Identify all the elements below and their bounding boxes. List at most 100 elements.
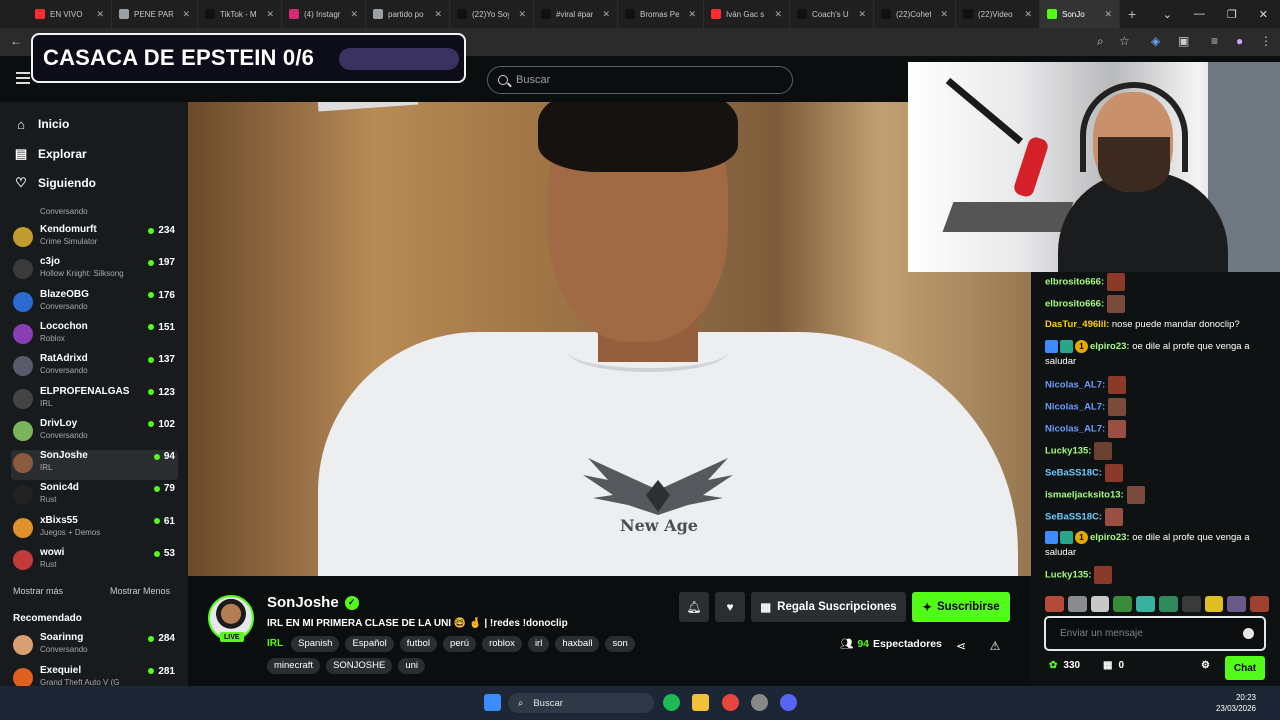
show-less-link[interactable]: Mostrar Menos <box>110 586 170 596</box>
stream-tag[interactable]: futbol <box>399 636 438 652</box>
tab-close-icon[interactable]: ✕ <box>434 9 442 20</box>
emote-option[interactable] <box>1181 596 1201 612</box>
report-warning-icon[interactable]: ⚠ <box>980 631 1010 661</box>
browser-tab[interactable]: EN VIVO ✕ <box>28 0 112 28</box>
zoom-icon[interactable]: ⌕ <box>1097 34 1104 49</box>
stream-tag[interactable]: uni <box>398 658 426 674</box>
stream-tag[interactable]: Spanish <box>291 636 340 652</box>
chat-username[interactable]: ismaeljacksito13: <box>1045 490 1124 501</box>
windows-start-icon[interactable] <box>484 694 501 711</box>
tab-close-icon[interactable]: ✕ <box>1024 9 1032 20</box>
browser-tab[interactable]: (22)Yo Soy ✕ <box>450 0 534 28</box>
stream-tag[interactable]: minecraft <box>267 658 321 674</box>
tab-close-icon[interactable]: ✕ <box>182 9 190 20</box>
browser-tab[interactable]: PENE PARTY ✕ <box>112 0 198 28</box>
hamburger-menu-icon[interactable] <box>16 72 30 84</box>
emote-option[interactable] <box>1136 596 1155 612</box>
tab-close-icon[interactable]: ✕ <box>688 9 696 20</box>
tab-search-icon[interactable]: ⌄ <box>1163 8 1172 21</box>
sidebar-channel[interactable]: wowi Rust 53 <box>11 547 178 577</box>
show-more-link[interactable]: Mostrar más <box>13 586 63 596</box>
chat-username[interactable]: Nicolas_AL7: <box>1045 424 1105 435</box>
tab-close-icon[interactable]: ✕ <box>266 9 274 20</box>
kebab-menu-icon[interactable]: ⋮ <box>1260 34 1272 48</box>
file-explorer-icon[interactable] <box>692 694 709 711</box>
discord-icon[interactable] <box>780 694 797 711</box>
chat-settings-icon[interactable]: ⚙ <box>1201 660 1210 671</box>
nav-inicio[interactable]: ⌂ Inicio <box>14 117 69 132</box>
emote-option[interactable] <box>1045 596 1064 612</box>
browser-tab[interactable]: Coach's U ✕ <box>790 0 874 28</box>
browser-tab[interactable]: Bromas Pe ✕ <box>618 0 704 28</box>
close-window-icon[interactable]: ✕ <box>1259 8 1268 21</box>
chat-username[interactable]: DasTur_496lil: <box>1045 319 1109 330</box>
browser-tab[interactable]: (4) Instagr ✕ <box>282 0 366 28</box>
chat-username[interactable]: elbrosito666: <box>1045 299 1104 310</box>
stream-tag[interactable]: perú <box>443 636 477 652</box>
chrome-icon[interactable] <box>722 694 739 711</box>
chat-username[interactable]: SeBaSS18C: <box>1045 512 1102 523</box>
chat-username[interactable]: Nicolas_AL7: <box>1045 380 1105 391</box>
minimize-icon[interactable]: — <box>1194 8 1205 20</box>
browser-tab[interactable]: Iván Gac s ✕ <box>704 0 790 28</box>
system-clock[interactable]: 20:23 23/03/2026 <box>1216 692 1256 714</box>
gift-count[interactable]: ▦ 0 <box>1103 660 1124 671</box>
streamer-name[interactable]: SonJoshe <box>267 594 339 611</box>
stream-tag[interactable]: irl <box>527 636 550 652</box>
puzzle-icon[interactable]: ▣ <box>1178 34 1189 48</box>
stream-tag[interactable]: haxball <box>555 636 600 652</box>
chat-username[interactable]: SeBaSS18C: <box>1045 468 1102 479</box>
nav-siguiendo[interactable]: ♡ Siguiendo <box>14 175 96 190</box>
chat-username[interactable]: elpiro23: <box>1090 532 1130 543</box>
browser-tab[interactable]: TikTok - M ✕ <box>198 0 282 28</box>
tab-close-icon[interactable]: ✕ <box>940 9 948 20</box>
tab-close-icon[interactable]: ✕ <box>1104 9 1112 20</box>
browser-tab[interactable]: SonJo ✕ <box>1040 0 1120 28</box>
category-link[interactable]: IRL <box>267 636 283 652</box>
emote-option[interactable] <box>1227 596 1247 612</box>
emote-option[interactable] <box>1113 596 1133 612</box>
chat-username[interactable]: Nicolas_AL7: <box>1045 402 1105 413</box>
chat-username[interactable]: Lucky135: <box>1045 446 1091 457</box>
back-icon[interactable]: ← <box>10 34 22 48</box>
browser-tab[interactable]: partido po ✕ <box>366 0 450 28</box>
maximize-icon[interactable]: ❐ <box>1227 8 1237 21</box>
chat-message-input[interactable]: Enviar un mensaje <box>1044 616 1266 651</box>
gift-subs-button[interactable]: ▦ Regala Suscripciones <box>751 592 906 622</box>
browser-tab[interactable]: (22)Video ✕ <box>956 0 1040 28</box>
stream-tag[interactable]: son <box>605 636 635 652</box>
tab-close-icon[interactable]: ✕ <box>518 9 526 20</box>
new-tab-icon[interactable]: + <box>1120 6 1144 22</box>
video-player[interactable]: New Age <box>188 102 1031 576</box>
subscribe-button[interactable]: ✦ Suscribirse <box>912 592 1010 622</box>
channel-points[interactable]: ✿ 330 <box>1049 660 1080 671</box>
emote-option[interactable] <box>1158 596 1178 612</box>
nav-explorar[interactable]: ▤ Explorar <box>14 146 87 161</box>
sidebar-channel[interactable]: xBixs55 Juegos + Demos 61 <box>11 515 178 545</box>
chat-username[interactable]: elbrosito666: <box>1045 277 1104 288</box>
bookmark-star-icon[interactable]: ☆ <box>1119 34 1130 48</box>
profile-icon[interactable]: ● <box>1236 34 1243 48</box>
sidebar-channel[interactable]: Soarinng Conversando 284 <box>11 632 178 662</box>
follow-heart-button[interactable]: ♥ <box>715 592 745 622</box>
app-icon[interactable] <box>751 694 768 711</box>
stream-tag[interactable]: roblox <box>482 636 522 652</box>
tab-close-icon[interactable]: ✕ <box>774 9 782 20</box>
chat-username[interactable]: Lucky135: <box>1045 570 1091 581</box>
sidebar-channel[interactable]: ELPROFENALGAS IRL 123 <box>11 386 178 416</box>
tab-close-icon[interactable]: ✕ <box>858 9 866 20</box>
spotify-icon[interactable] <box>663 694 680 711</box>
tab-close-icon[interactable]: ✕ <box>602 9 610 20</box>
sidebar-channel[interactable]: Sonic4d Rust 79 <box>11 482 178 512</box>
sidebar-channel[interactable]: RatAdrixd Conversando 137 <box>11 353 178 383</box>
stream-tag[interactable]: SONJOSHE <box>326 658 393 674</box>
sidebar-channel[interactable]: DrivLoy Conversando 102 <box>11 418 178 448</box>
tab-close-icon[interactable]: ✕ <box>96 9 104 20</box>
taskbar-search[interactable]: ⌕ Buscar <box>508 693 654 713</box>
emote-bar[interactable] <box>1045 596 1269 614</box>
sidebar-channel[interactable]: SonJoshe IRL 94 <box>11 450 178 481</box>
tab-close-icon[interactable]: ✕ <box>350 9 358 20</box>
notification-bell-button[interactable]: 🔔︎ <box>679 592 709 622</box>
sidebar-channel[interactable]: Kendomurft Crime Simulator 234 <box>11 224 178 254</box>
emote-option[interactable] <box>1090 596 1110 612</box>
